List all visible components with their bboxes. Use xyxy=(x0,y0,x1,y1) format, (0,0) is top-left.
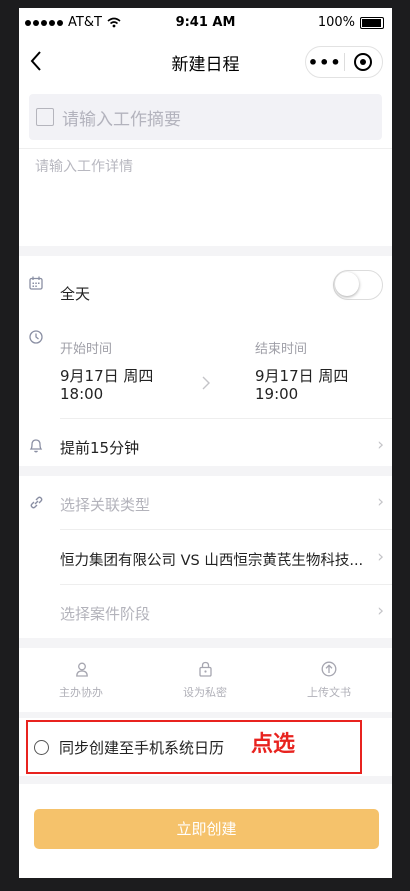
chevron-right-icon: › xyxy=(377,601,384,621)
divider xyxy=(60,529,392,530)
divider xyxy=(19,148,392,149)
divider xyxy=(60,584,392,585)
phone-screen: AT&T 9:41 AM 100% 新建日程 ••• 请输入工作摘要 请输入工作… xyxy=(19,8,392,878)
highlight-box xyxy=(26,720,362,774)
start-time[interactable]: 18:00 xyxy=(60,385,103,403)
close-button[interactable] xyxy=(345,53,383,71)
chevron-right-icon xyxy=(202,376,210,390)
status-bar: AT&T 9:41 AM 100% xyxy=(19,8,392,36)
chevron-right-icon: › xyxy=(377,492,384,512)
link-icon xyxy=(30,496,43,509)
all-day-toggle[interactable] xyxy=(333,270,383,300)
calendar-icon xyxy=(29,276,43,290)
schedule-section: 全天 开始时间 9月17日 周四 18:00 结束时间 9月17日 周四 19:… xyxy=(19,256,392,466)
upload-icon xyxy=(321,661,337,677)
annotation-label: 点选 xyxy=(251,732,296,757)
start-time-label: 开始时间 xyxy=(60,342,113,357)
case-stage-row[interactable]: 选择案件阶段 xyxy=(60,603,150,624)
bell-icon xyxy=(29,439,43,453)
summary-placeholder: 请输入工作摘要 xyxy=(62,109,181,130)
all-day-label: 全天 xyxy=(60,285,91,303)
action-label: 设为私密 xyxy=(183,686,227,699)
action-label: 主办协办 xyxy=(59,686,103,699)
target-icon xyxy=(354,53,373,71)
battery-icon xyxy=(360,16,384,29)
summary-checkbox[interactable] xyxy=(36,108,54,126)
more-button[interactable]: ••• xyxy=(306,53,344,72)
divider xyxy=(60,418,392,419)
toggle-knob xyxy=(335,272,359,296)
upload-document-button[interactable]: 上传文书 xyxy=(267,648,391,712)
content-section: 请输入工作摘要 请输入工作详情 xyxy=(19,86,392,246)
relation-section: 选择关联类型 › 恒力集团有限公司 VS 山西恒宗黄芪生物科技... › 选择案… xyxy=(19,476,392,638)
create-now-button[interactable]: 立即创建 xyxy=(34,809,379,849)
mini-program-capsule: ••• xyxy=(305,46,383,78)
action-label: 上传文书 xyxy=(307,686,351,699)
summary-input[interactable]: 请输入工作摘要 xyxy=(29,94,382,140)
battery-label: 100% xyxy=(317,15,355,30)
lock-icon xyxy=(199,661,212,677)
end-date[interactable]: 9月17日 周四 xyxy=(255,367,348,385)
detail-input[interactable]: 请输入工作详情 xyxy=(35,156,133,176)
reminder-row[interactable]: 提前15分钟 xyxy=(60,437,139,458)
relation-type-row[interactable]: 选择关联类型 xyxy=(60,494,150,515)
action-bar: 主办协办 设为私密 上传文书 xyxy=(19,648,392,712)
end-time-label: 结束时间 xyxy=(255,342,308,357)
clock-icon xyxy=(29,330,43,344)
nav-bar: 新建日程 ••• xyxy=(19,36,392,86)
start-date[interactable]: 9月17日 周四 xyxy=(60,367,153,385)
person-icon xyxy=(76,662,88,677)
chevron-right-icon: › xyxy=(377,547,384,567)
case-name-row[interactable]: 恒力集团有限公司 VS 山西恒宗黄芪生物科技... xyxy=(60,549,363,570)
set-private-button[interactable]: 设为私密 xyxy=(143,648,267,712)
host-assist-button[interactable]: 主办协办 xyxy=(19,648,143,712)
chevron-right-icon: › xyxy=(377,435,384,455)
end-time[interactable]: 19:00 xyxy=(255,385,298,403)
